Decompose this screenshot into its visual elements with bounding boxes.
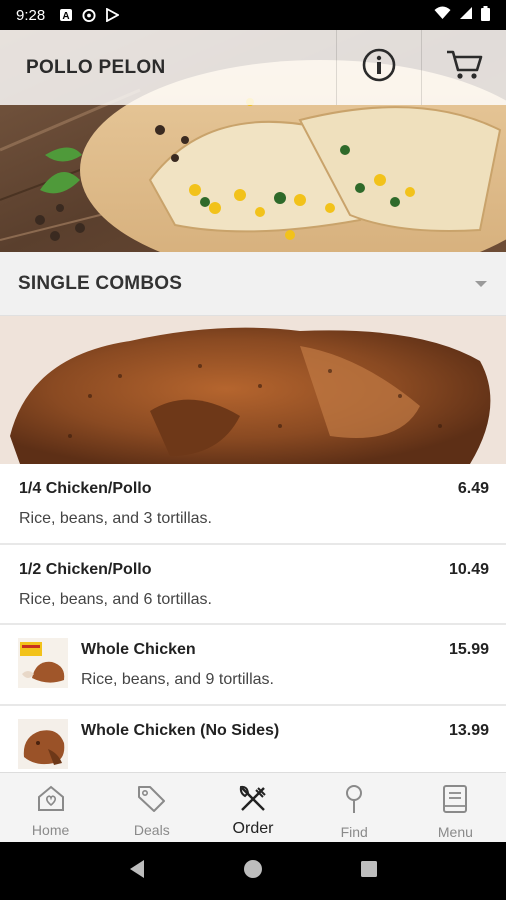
info-icon bbox=[361, 47, 397, 88]
category-dropdown[interactable]: SINGLE COMBOS bbox=[0, 252, 506, 316]
app-bar: POLLO PELON bbox=[0, 30, 506, 105]
home-heart-icon bbox=[36, 784, 66, 817]
menu-item-price: 10.49 bbox=[448, 561, 489, 578]
category-label: SINGLE COMBOS bbox=[18, 272, 183, 294]
nav-deals-label: Deals bbox=[133, 822, 170, 838]
cart-icon bbox=[445, 48, 483, 87]
menu-item-price: 13.99 bbox=[448, 722, 489, 739]
nav-order-label: Order bbox=[232, 820, 274, 837]
category-image bbox=[0, 316, 506, 464]
back-icon[interactable] bbox=[128, 859, 146, 884]
bottom-nav: Home Deals Order Find Menu bbox=[0, 772, 506, 842]
cart-button[interactable] bbox=[421, 30, 506, 105]
tags-icon bbox=[136, 784, 168, 817]
dropdown-arrow-icon bbox=[474, 275, 488, 293]
book-icon bbox=[442, 784, 468, 819]
menu-item[interactable]: 1/4 Chicken/Pollo 6.49 Rice, beans, and … bbox=[0, 464, 506, 545]
recents-square-icon[interactable] bbox=[360, 860, 378, 883]
app-title: POLLO PELON bbox=[26, 56, 166, 78]
info-button[interactable] bbox=[336, 30, 421, 105]
sync-icon bbox=[82, 8, 96, 22]
wifi-icon bbox=[434, 6, 451, 24]
play-store-icon bbox=[105, 8, 120, 22]
menu-item[interactable]: Whole Chicken (No Sides) 13.99 bbox=[0, 706, 506, 772]
menu-item-price: 15.99 bbox=[448, 641, 489, 658]
menu-item-description: Rice, beans, and 3 tortillas. bbox=[19, 510, 212, 527]
a-icon: A bbox=[59, 8, 73, 22]
menu-item-name: 1/2 Chicken/Pollo bbox=[19, 561, 152, 578]
nav-menu[interactable]: Menu bbox=[405, 773, 506, 842]
menu-item-thumbnail bbox=[18, 638, 68, 688]
nav-home[interactable]: Home bbox=[0, 773, 101, 842]
nav-deals[interactable]: Deals bbox=[101, 773, 202, 842]
nav-order[interactable]: Order bbox=[202, 773, 303, 842]
battery-icon bbox=[481, 5, 490, 25]
menu-item-description: Rice, beans, and 6 tortillas. bbox=[19, 591, 212, 608]
menu-list: 1/4 Chicken/Pollo 6.49 Rice, beans, and … bbox=[0, 464, 506, 772]
menu-item-name: Whole Chicken bbox=[81, 641, 196, 658]
menu-item[interactable]: 1/2 Chicken/Pollo 10.49 Rice, beans, and… bbox=[0, 545, 506, 625]
nav-find-label: Find bbox=[340, 824, 368, 840]
menu-item-price: 6.49 bbox=[457, 480, 489, 497]
nav-find[interactable]: Find bbox=[304, 773, 405, 842]
menu-item[interactable]: Whole Chicken 15.99 Rice, beans, and 9 t… bbox=[0, 625, 506, 706]
status-bar: 9:28 A bbox=[0, 0, 506, 30]
svg-text:A: A bbox=[63, 11, 70, 22]
signal-icon bbox=[459, 6, 473, 24]
menu-item-name: Whole Chicken (No Sides) bbox=[81, 722, 280, 739]
menu-item-name: 1/4 Chicken/Pollo bbox=[19, 480, 152, 497]
system-nav-bar bbox=[0, 842, 506, 900]
status-time: 9:28 bbox=[16, 6, 46, 24]
menu-item-thumbnail bbox=[18, 719, 68, 769]
nav-home-label: Home bbox=[31, 822, 70, 838]
menu-item-description: Rice, beans, and 9 tortillas. bbox=[81, 671, 274, 688]
map-pin-icon bbox=[343, 784, 365, 819]
home-circle-icon[interactable] bbox=[243, 859, 263, 884]
utensils-icon bbox=[238, 784, 268, 817]
nav-menu-label: Menu bbox=[437, 824, 473, 840]
